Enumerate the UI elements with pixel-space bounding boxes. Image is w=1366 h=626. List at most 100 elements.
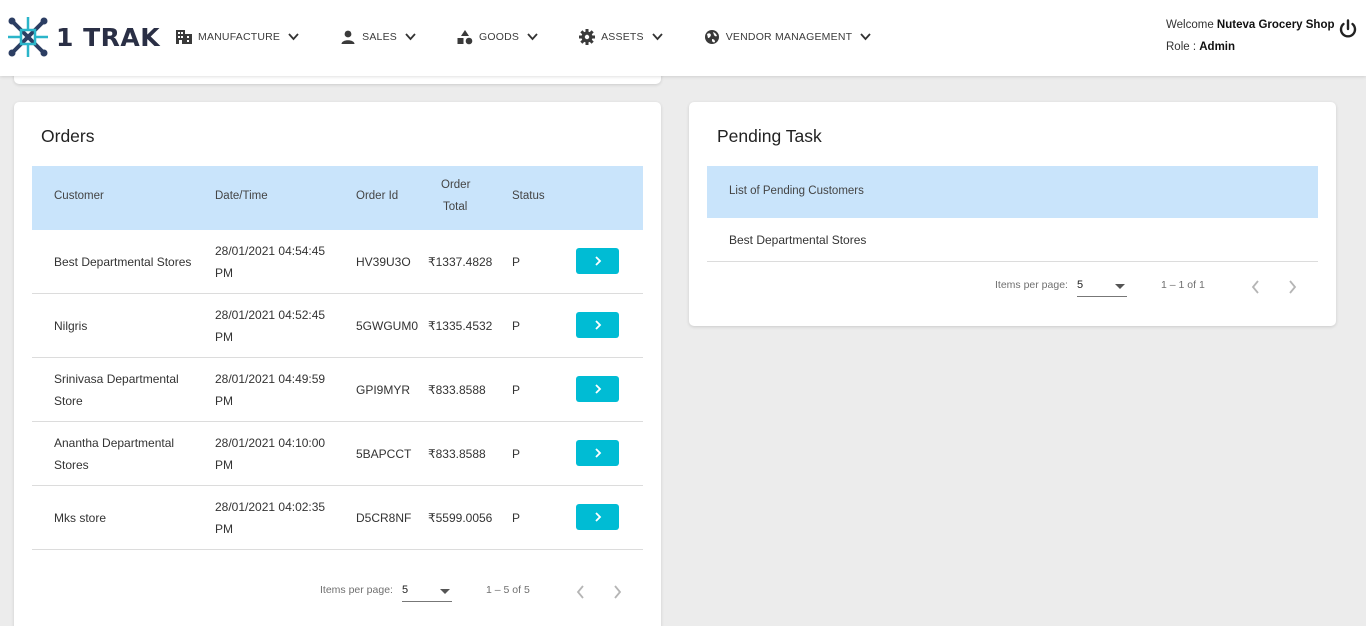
pending-table-header: List of Pending Customers [707, 166, 1318, 218]
view-order-button[interactable] [576, 248, 619, 274]
brand-logo[interactable]: 1 TRAK [6, 14, 160, 60]
chevron-right-icon [594, 384, 601, 394]
cell-customer: Mks store [54, 511, 107, 525]
pending-customer-name: Best Departmental Stores [729, 233, 867, 247]
cell-time-suffix: PM [215, 266, 233, 280]
cell-customer: Best Departmental Stores [54, 255, 192, 269]
cell-total: ₹1337.4828 [428, 255, 493, 269]
chevron-right-icon [613, 585, 621, 599]
user-role: Admin [1199, 41, 1236, 53]
nav-vendor-management-label: VENDOR MANAGEMENT [725, 31, 853, 43]
cell-total: ₹833.8588 [428, 383, 486, 397]
brand-name: 1 TRAK [56, 22, 161, 52]
view-order-button[interactable] [576, 504, 619, 530]
cell-date: 28/01/2021 04:02:35 [215, 500, 326, 514]
orders-card: Orders Customer Date/Time Order Id Order… [14, 102, 661, 626]
chevron-left-icon [1251, 280, 1259, 294]
chevron-down-icon [288, 33, 299, 41]
page-range: 1 – 5 of 5 [486, 584, 530, 596]
page-range: 1 – 1 of 1 [1161, 279, 1205, 291]
cell-date: 28/01/2021 04:54:45 [215, 244, 326, 258]
cell-status: P [512, 511, 521, 525]
table-row: Anantha Departmental Stores 28/01/2021 0… [32, 422, 643, 486]
list-item[interactable]: Best Departmental Stores [707, 218, 1318, 262]
cell-time-suffix: PM [215, 458, 233, 472]
previous-page-button[interactable] [1245, 277, 1265, 297]
nav-sales-label: SALES [362, 31, 397, 43]
circuit-logo-icon [8, 17, 48, 57]
orders-table-header: Customer Date/Time Order Id Order Total … [32, 166, 643, 230]
cell-customer: Anantha Departmental [54, 436, 175, 450]
view-order-button[interactable] [576, 376, 619, 402]
chevron-down-icon [527, 33, 538, 41]
page-size-select[interactable]: 5 [402, 582, 452, 602]
cell-date: 28/01/2021 04:52:45 [215, 308, 326, 322]
cell-date: 28/01/2021 04:49:59 [215, 372, 326, 386]
user-info: Welcome Nuteva Grocery Shop Role : Admin [1166, 14, 1335, 58]
main-nav: MANUFACTURE SALES GOODS ASSETS VENDOR MA… [176, 27, 912, 47]
nav-manufacture[interactable]: MANUFACTURE [176, 29, 299, 45]
nav-manufacture-label: MANUFACTURE [198, 31, 281, 43]
person-icon [340, 29, 356, 45]
pending-task-title: Pending Task [717, 126, 822, 146]
column-customer: Customer [54, 190, 104, 202]
orders-title: Orders [41, 126, 95, 146]
cell-order-id: D5CR8NF [356, 511, 412, 525]
cell-customer-line2: Stores [54, 458, 89, 472]
chevron-right-icon [594, 512, 601, 522]
nav-vendor-management[interactable]: VENDOR MANAGEMENT [704, 29, 872, 45]
welcome-label: Welcome [1166, 19, 1214, 31]
column-datetime: Date/Time [215, 190, 268, 202]
cell-total: ₹833.8588 [428, 447, 486, 461]
nav-sales[interactable]: SALES [340, 29, 416, 45]
next-page-button[interactable] [1282, 277, 1302, 297]
chevron-right-icon [1288, 280, 1296, 294]
cell-order-id: 5GWGUM0 [356, 319, 419, 333]
cell-status: P [512, 447, 521, 461]
cell-order-id: 5BAPCCT [356, 447, 412, 461]
cell-order-id: HV39U3O [356, 255, 411, 269]
cell-status: P [512, 319, 521, 333]
dropdown-caret-icon [440, 589, 450, 594]
page-size-value: 5 [1077, 279, 1084, 291]
previous-page-button[interactable] [570, 582, 590, 602]
cog-icon [579, 29, 596, 45]
cell-customer: Srinivasa Departmental [54, 372, 179, 386]
table-row: Mks store 28/01/2021 04:02:35 PM D5CR8NF… [32, 486, 643, 550]
cell-order-id: GPI9MYR [356, 383, 411, 397]
table-row: Srinivasa Departmental Store 28/01/2021 … [32, 358, 643, 422]
page-size-value: 5 [402, 584, 409, 596]
view-order-button[interactable] [576, 312, 619, 338]
items-per-page-label: Items per page: [320, 584, 393, 596]
shapes-icon [457, 29, 473, 45]
table-row: Nilgris 28/01/2021 04:52:45 PM 5GWGUM0 ₹… [32, 294, 643, 358]
nav-goods[interactable]: GOODS [457, 29, 538, 45]
top-navbar: 1 TRAK MANUFACTURE SALES GOODS ASSETS VE… [0, 0, 1366, 76]
cell-time-suffix: PM [215, 522, 233, 536]
nav-goods-label: GOODS [478, 31, 520, 43]
view-order-button[interactable] [576, 440, 619, 466]
next-page-button[interactable] [607, 582, 627, 602]
cell-time-suffix: PM [215, 330, 233, 344]
column-pending-customers: List of Pending Customers [729, 185, 864, 197]
cell-status: P [512, 383, 521, 397]
chevron-down-icon [860, 33, 871, 41]
cell-total: ₹1335.4532 [428, 319, 493, 333]
cell-time-suffix: PM [215, 394, 233, 408]
nav-assets[interactable]: ASSETS [579, 29, 663, 45]
chevron-left-icon [576, 585, 584, 599]
dropdown-caret-icon [1115, 284, 1125, 289]
chevron-down-icon [405, 33, 416, 41]
page-size-select[interactable]: 5 [1077, 277, 1127, 297]
items-per-page-label: Items per page: [995, 279, 1068, 291]
column-order-total-line2: Total [443, 201, 468, 213]
column-status: Status [512, 190, 545, 202]
power-logout-icon[interactable] [1337, 18, 1359, 40]
cell-date: 28/01/2021 04:10:00 [215, 436, 326, 450]
chevron-right-icon [594, 256, 601, 266]
globe-icon [704, 29, 720, 45]
table-row: Best Departmental Stores 28/01/2021 04:5… [32, 230, 643, 294]
pending-task-card: Pending Task List of Pending Customers B… [689, 102, 1336, 326]
chevron-right-icon [594, 320, 601, 330]
cell-customer: Nilgris [54, 319, 88, 333]
